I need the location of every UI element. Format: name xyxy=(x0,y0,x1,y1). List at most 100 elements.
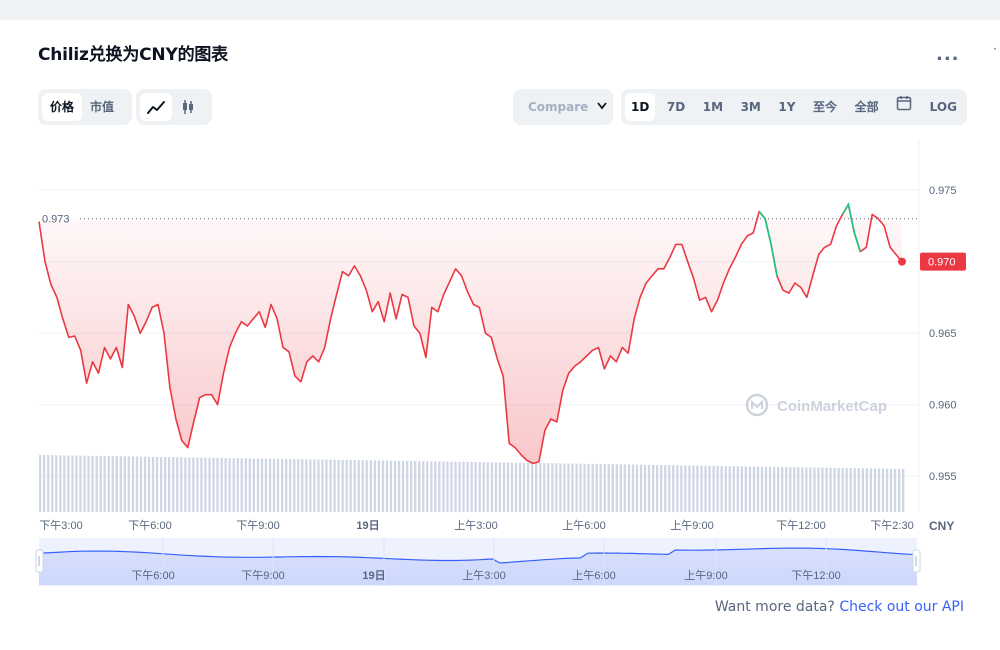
volume-bar xyxy=(289,459,292,512)
volume-bar xyxy=(623,464,626,512)
volume-bar xyxy=(611,464,614,512)
volume-bar xyxy=(377,460,380,512)
volume-bar xyxy=(474,462,477,512)
volume-bar xyxy=(244,458,247,512)
volume-bar xyxy=(768,466,772,512)
volume-bar xyxy=(563,463,566,512)
volume-bar xyxy=(506,462,510,512)
volume-bar xyxy=(587,463,590,512)
volume-bar xyxy=(442,461,445,512)
volume-bar xyxy=(369,460,372,512)
volume-bars xyxy=(39,455,905,512)
volume-bar xyxy=(135,456,139,512)
volume-bar xyxy=(567,463,570,512)
footer-note: Want more data? Check out our API xyxy=(715,599,964,615)
volume-bar xyxy=(276,458,280,512)
volume-bar xyxy=(365,460,368,512)
volume-bar xyxy=(700,465,703,512)
volume-bar xyxy=(865,468,868,512)
volume-bar xyxy=(789,467,792,512)
x-tick-label: 下午12:00 xyxy=(776,519,826,532)
volume-bar xyxy=(861,468,864,512)
x-tick-label: 下午2:30 xyxy=(870,519,913,532)
price-chart[interactable]: 0.973 0.975 0.970 0.965 0.960 0.955 0.970 Co… xyxy=(0,0,1000,650)
volume-bar xyxy=(555,463,558,512)
current-price-tag: 0.970 xyxy=(920,252,966,271)
volume-bar xyxy=(422,461,425,512)
navigator-tick-label: 下午6:00 xyxy=(131,569,174,582)
volume-bar xyxy=(635,464,639,512)
volume-bar xyxy=(724,466,727,512)
volume-bar xyxy=(317,459,320,512)
volume-bar xyxy=(893,468,897,512)
volume-bar xyxy=(256,458,260,512)
volume-bar xyxy=(764,466,768,512)
navigator[interactable]: 下午6:00 下午9:00 19日 上午3:00 上午6:00 上午9:00 下午12:00 xyxy=(35,538,921,586)
volume-bar xyxy=(345,459,348,512)
volume-bar xyxy=(607,464,610,512)
volume-bar xyxy=(252,458,255,512)
volume-bar xyxy=(39,455,42,512)
volume-bar xyxy=(773,466,776,512)
volume-bar xyxy=(595,464,598,512)
volume-bar xyxy=(793,467,796,512)
volume-bar xyxy=(248,458,251,512)
volume-bar xyxy=(91,455,94,512)
volume-bar xyxy=(720,466,723,512)
volume-bar xyxy=(127,456,130,512)
x-tick-label: 上午6:00 xyxy=(562,519,605,532)
volume-bar xyxy=(837,467,840,512)
volume-bar xyxy=(373,460,376,512)
volume-bar xyxy=(43,455,46,512)
current-price-dot xyxy=(898,257,906,266)
volume-bar xyxy=(672,465,675,512)
volume-bar xyxy=(668,465,671,512)
volume-bar xyxy=(869,468,872,512)
volume-bar xyxy=(656,465,659,512)
volume-bar xyxy=(660,465,663,512)
volume-bar xyxy=(559,463,562,512)
volume-bar xyxy=(349,460,352,512)
volume-bar xyxy=(482,462,485,512)
volume-bar xyxy=(841,468,844,512)
volume-bar xyxy=(498,462,501,512)
volume-bar xyxy=(684,465,687,512)
navigator-right-handle[interactable] xyxy=(912,549,921,573)
volume-bar xyxy=(406,460,409,512)
volume-bar xyxy=(873,468,877,512)
volume-bar xyxy=(176,457,179,512)
volume-bar xyxy=(337,459,340,512)
volume-bar xyxy=(732,466,735,512)
volume-bar xyxy=(83,455,86,512)
y-tick-label: 0.965 xyxy=(929,328,957,340)
volume-bar xyxy=(857,468,860,512)
volume-bar xyxy=(450,461,453,512)
volume-bar xyxy=(599,464,602,512)
x-axis-ticks: 下午3:00 下午6:00 下午9:00 19日 上午3:00 上午6:00 上午9:00 下… xyxy=(39,519,913,532)
volume-bar xyxy=(740,466,743,512)
volume-bar xyxy=(510,462,514,512)
volume-bar xyxy=(438,461,441,512)
volume-bar xyxy=(418,461,421,512)
open-price-label: 0.973 xyxy=(42,214,70,226)
watermark-text: CoinMarketCap xyxy=(777,398,887,415)
volume-bar xyxy=(401,460,405,512)
navigator-left-handle[interactable] xyxy=(35,549,44,573)
volume-bar xyxy=(490,462,493,512)
volume-bar xyxy=(168,457,171,512)
volume-bar xyxy=(708,465,711,512)
volume-bar xyxy=(736,466,739,512)
volume-bar xyxy=(393,460,397,512)
volume-bar xyxy=(99,456,102,512)
api-link[interactable]: Check out our API xyxy=(839,599,964,615)
volume-bar xyxy=(728,466,731,512)
volume-bar xyxy=(527,462,530,512)
volume-bar xyxy=(172,457,175,512)
volume-bar xyxy=(494,462,497,512)
volume-bar xyxy=(446,461,449,512)
volume-bar xyxy=(385,460,389,512)
volume-bar xyxy=(115,456,118,512)
volume-bar xyxy=(805,467,808,512)
volume-bar xyxy=(196,457,199,512)
volume-bar xyxy=(603,464,606,512)
